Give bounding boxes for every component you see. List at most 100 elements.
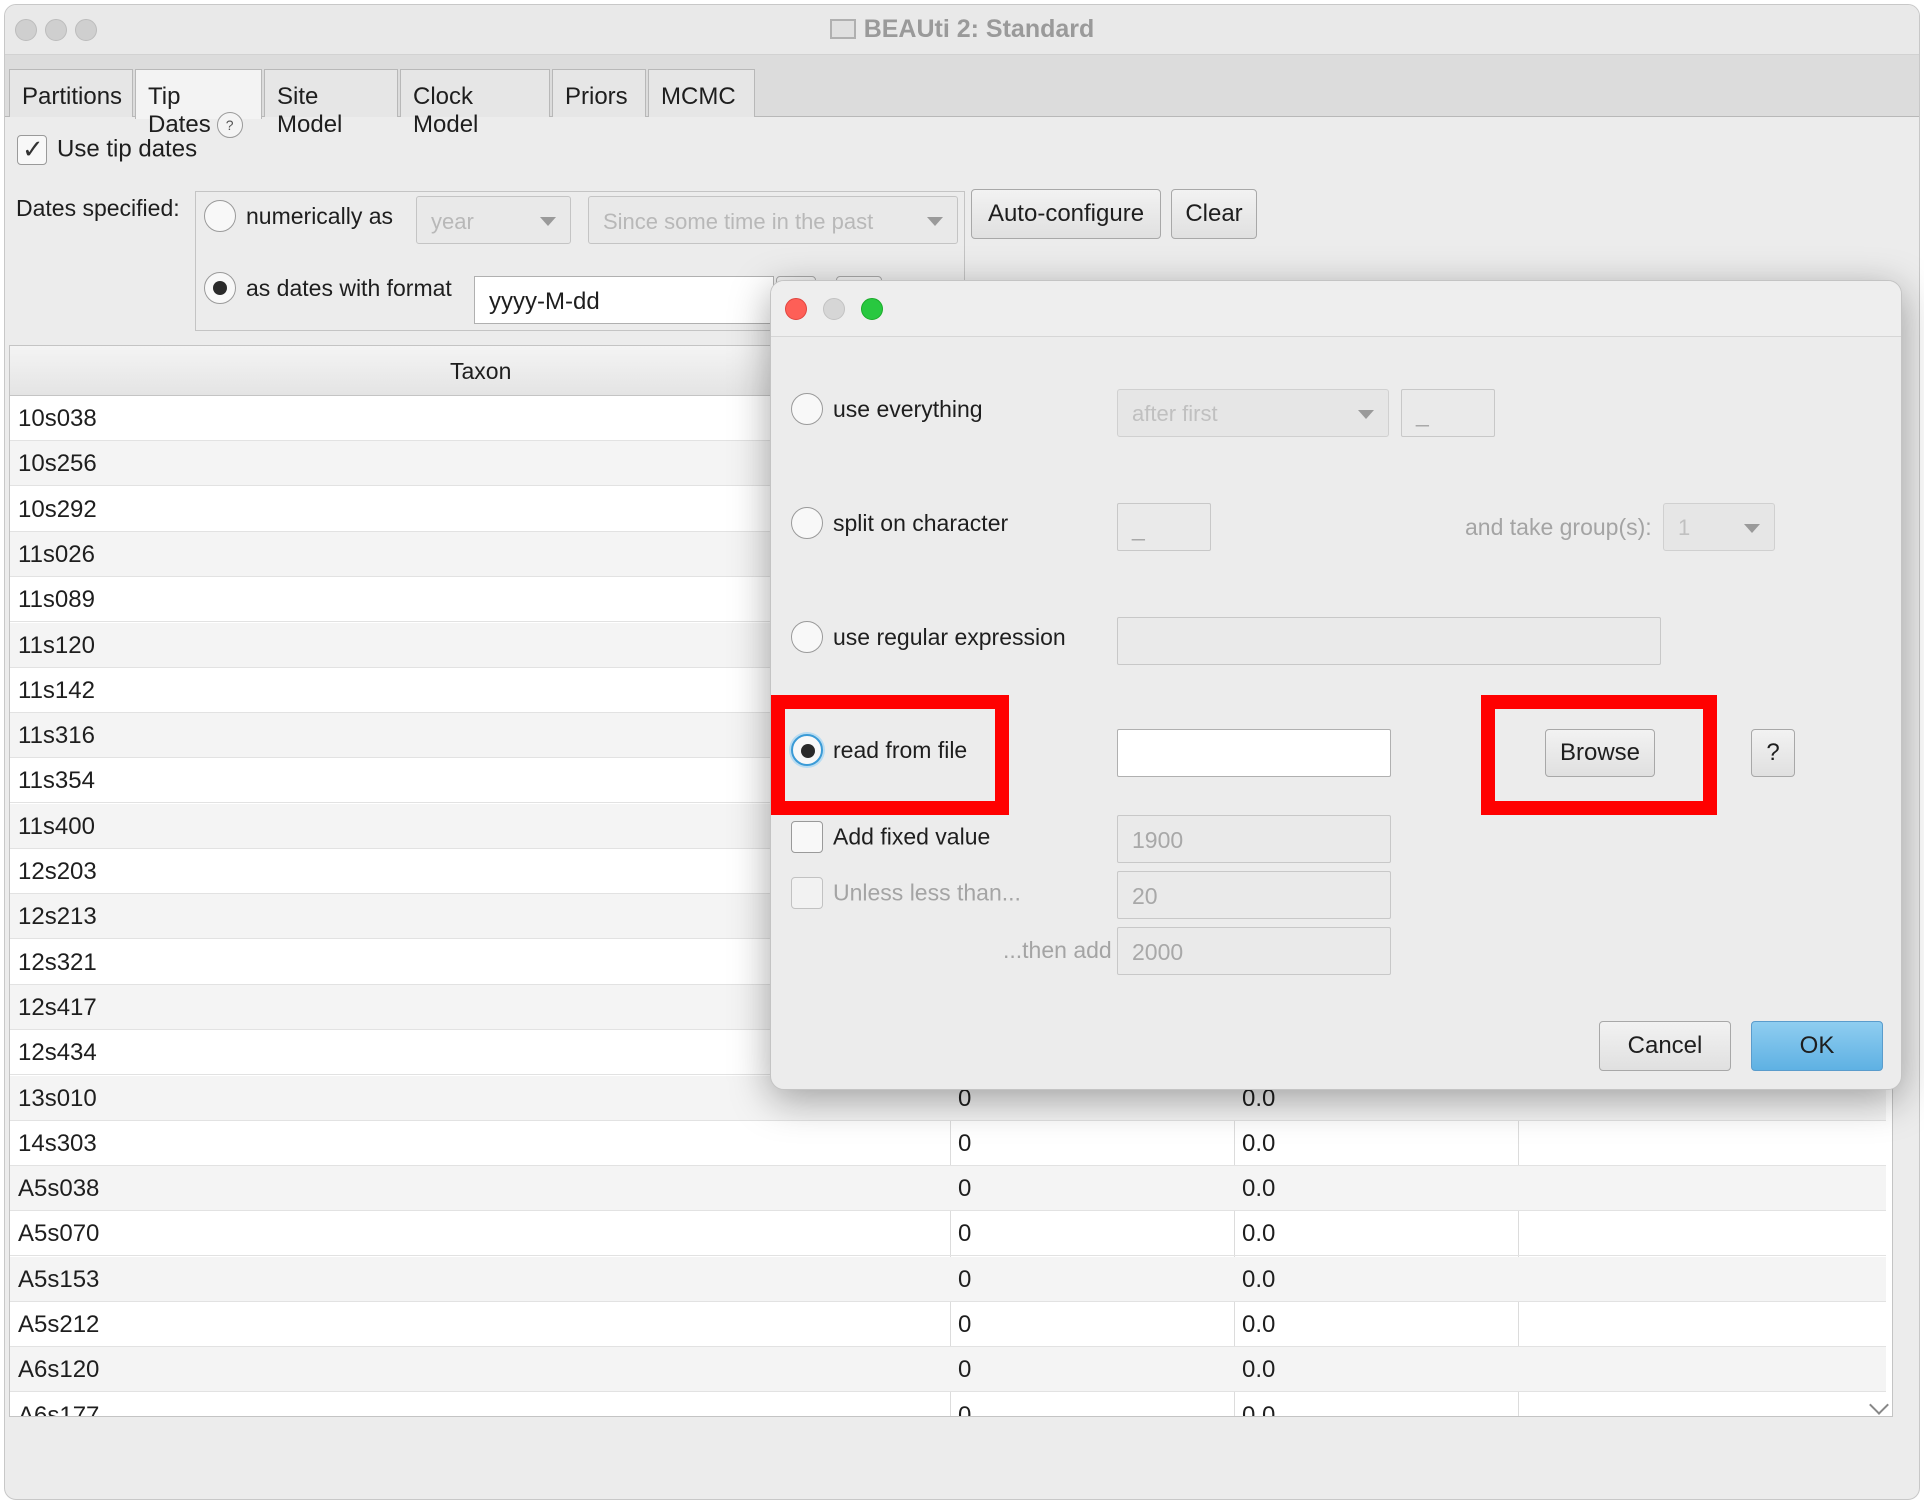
taxon-cell: 12s321 bbox=[18, 948, 97, 976]
tab-label: Clock Model bbox=[413, 83, 479, 138]
table-row[interactable]: A6s120 0 0.0 bbox=[10, 1347, 1886, 1393]
use-tip-dates-checkbox[interactable]: ✓ Use tip dates bbox=[17, 134, 198, 165]
add-fixed-value-option[interactable]: Add fixed value bbox=[791, 821, 990, 853]
tab-clock-model[interactable]: Clock Model bbox=[400, 69, 550, 138]
date-cell[interactable]: 0 bbox=[958, 1356, 971, 1384]
taxon-cell: A6s177 bbox=[18, 1401, 100, 1417]
tab-label: Tip Dates bbox=[148, 83, 211, 138]
regex-input[interactable] bbox=[1117, 617, 1661, 665]
taxon-cell: A5s038 bbox=[18, 1175, 100, 1203]
close-dialog-icon[interactable] bbox=[785, 298, 807, 320]
table-row[interactable]: A5s212 0 0.0 bbox=[10, 1302, 1886, 1347]
as-dates-label: as dates with format bbox=[246, 274, 452, 301]
taxon-cell: 11s120 bbox=[18, 631, 95, 659]
taxon-cell: 12s434 bbox=[18, 1039, 97, 1067]
after-first-value: after first bbox=[1132, 401, 1218, 426]
checkmark-icon: ✓ bbox=[22, 134, 44, 164]
after-first-select[interactable]: after first bbox=[1117, 389, 1389, 437]
unless-checkbox[interactable] bbox=[791, 877, 823, 909]
date-cell[interactable]: 0 bbox=[958, 1130, 971, 1158]
table-row[interactable]: A6s177 0 0.0 bbox=[10, 1393, 1886, 1417]
taxon-cell: A5s070 bbox=[18, 1220, 100, 1248]
auto-configure-button[interactable]: Auto-configure bbox=[971, 189, 1161, 239]
unless-less-than-option[interactable]: Unless less than... bbox=[791, 877, 1021, 909]
regex-radio[interactable] bbox=[791, 621, 823, 653]
date-cell[interactable]: 0 bbox=[958, 1266, 971, 1294]
take-groups-select[interactable]: 1 bbox=[1663, 503, 1775, 551]
use-everything-char-input[interactable]: _ bbox=[1401, 389, 1495, 437]
taxon-cell: 10s038 bbox=[18, 405, 97, 432]
use-everything-label: use everything bbox=[833, 395, 983, 422]
chevron-down-icon bbox=[1744, 524, 1760, 533]
taxon-cell: 12s213 bbox=[18, 903, 97, 931]
as-dates-radio[interactable] bbox=[204, 272, 236, 304]
numerically-label: numerically as bbox=[246, 202, 393, 229]
cancel-button[interactable]: Cancel bbox=[1599, 1021, 1731, 1071]
add-fixed-label: Add fixed value bbox=[833, 823, 991, 850]
direction-select[interactable]: Since some time in the past bbox=[588, 196, 958, 244]
regex-option[interactable]: use regular expression bbox=[791, 621, 1066, 653]
taxon-cell: 11s089 bbox=[18, 586, 95, 614]
numerically-radio[interactable] bbox=[204, 200, 236, 232]
table-row[interactable]: 14s303 0 0.0 bbox=[10, 1121, 1886, 1166]
taxon-cell: 13s010 bbox=[18, 1084, 97, 1112]
date-cell[interactable]: 0 bbox=[958, 1220, 971, 1248]
tab-priors[interactable]: Priors bbox=[552, 69, 646, 117]
tab-mcmc[interactable]: MCMC bbox=[648, 69, 755, 117]
height-cell: 0.0 bbox=[1242, 1401, 1276, 1417]
minimize-dialog-icon[interactable] bbox=[823, 298, 845, 320]
use-tip-dates-label: Use tip dates bbox=[57, 135, 198, 163]
table-row[interactable]: A5s153 0 0.0 bbox=[10, 1256, 1886, 1302]
highlight-read-from-file bbox=[771, 695, 1009, 815]
take-groups-label: and take group(s): bbox=[1465, 514, 1652, 540]
ok-button[interactable]: OK bbox=[1751, 1021, 1883, 1071]
zoom-dialog-icon[interactable] bbox=[861, 298, 883, 320]
split-char-input[interactable]: _ bbox=[1117, 503, 1211, 551]
split-label: split on character bbox=[833, 509, 1009, 536]
chevron-down-icon bbox=[540, 217, 556, 226]
table-row[interactable]: A5s038 0 0.0 bbox=[10, 1166, 1886, 1212]
taxon-cell: 11s354 bbox=[18, 767, 95, 795]
direction-value: Since some time in the past bbox=[603, 209, 874, 234]
column-header-taxon[interactable]: Taxon bbox=[450, 358, 511, 385]
date-format-input[interactable]: yyyy-M-dd bbox=[474, 276, 774, 324]
tab-partitions[interactable]: Partitions bbox=[9, 69, 133, 117]
tab-tip-dates[interactable]: Tip Dates? bbox=[135, 69, 262, 138]
numerically-option[interactable]: numerically as bbox=[204, 200, 393, 232]
height-cell: 0.0 bbox=[1242, 1265, 1276, 1293]
taxon-cell: 11s316 bbox=[18, 722, 95, 750]
unless-label: Unless less than... bbox=[833, 879, 1021, 906]
help-button[interactable]: ? bbox=[1751, 729, 1795, 777]
regex-label: use regular expression bbox=[833, 623, 1066, 650]
table-row[interactable]: A5s070 0 0.0 bbox=[10, 1211, 1886, 1257]
taxon-cell: A5s153 bbox=[18, 1265, 100, 1293]
taxon-cell: 11s026 bbox=[18, 540, 95, 568]
take-groups-value: 1 bbox=[1678, 515, 1691, 540]
unless-input[interactable]: 20 bbox=[1117, 871, 1391, 919]
use-everything-radio[interactable] bbox=[791, 393, 823, 425]
date-cell[interactable]: 0 bbox=[958, 1402, 971, 1416]
taxon-cell: 12s417 bbox=[18, 993, 97, 1021]
then-add-input[interactable]: 2000 bbox=[1117, 927, 1391, 975]
file-path-input[interactable] bbox=[1117, 729, 1391, 777]
taxon-cell: A6s120 bbox=[18, 1356, 100, 1384]
clear-button[interactable]: Clear bbox=[1171, 189, 1257, 239]
window-title: BEAUti 2: Standard bbox=[5, 15, 1919, 44]
help-icon[interactable]: ? bbox=[216, 112, 243, 138]
tab-site-model[interactable]: Site Model bbox=[264, 69, 398, 138]
then-add-label: ...then add bbox=[1003, 937, 1112, 963]
use-everything-option[interactable]: use everything bbox=[791, 393, 983, 425]
as-dates-option[interactable]: as dates with format bbox=[204, 272, 452, 304]
date-cell[interactable]: 0 bbox=[958, 1311, 971, 1339]
tab-label: Site Model bbox=[277, 83, 343, 138]
checkbox-box[interactable]: ✓ bbox=[17, 134, 47, 165]
unit-select[interactable]: year bbox=[416, 196, 571, 244]
tab-label: Priors bbox=[565, 83, 628, 110]
app-icon bbox=[829, 19, 856, 39]
tab-bar: Partitions Tip Dates? Site Model Clock M… bbox=[5, 55, 1919, 138]
split-on-character-option[interactable]: split on character bbox=[791, 507, 1008, 539]
add-fixed-checkbox[interactable] bbox=[791, 821, 823, 853]
add-fixed-input[interactable]: 1900 bbox=[1117, 815, 1391, 863]
date-cell[interactable]: 0 bbox=[958, 1175, 971, 1203]
split-radio[interactable] bbox=[791, 507, 823, 539]
